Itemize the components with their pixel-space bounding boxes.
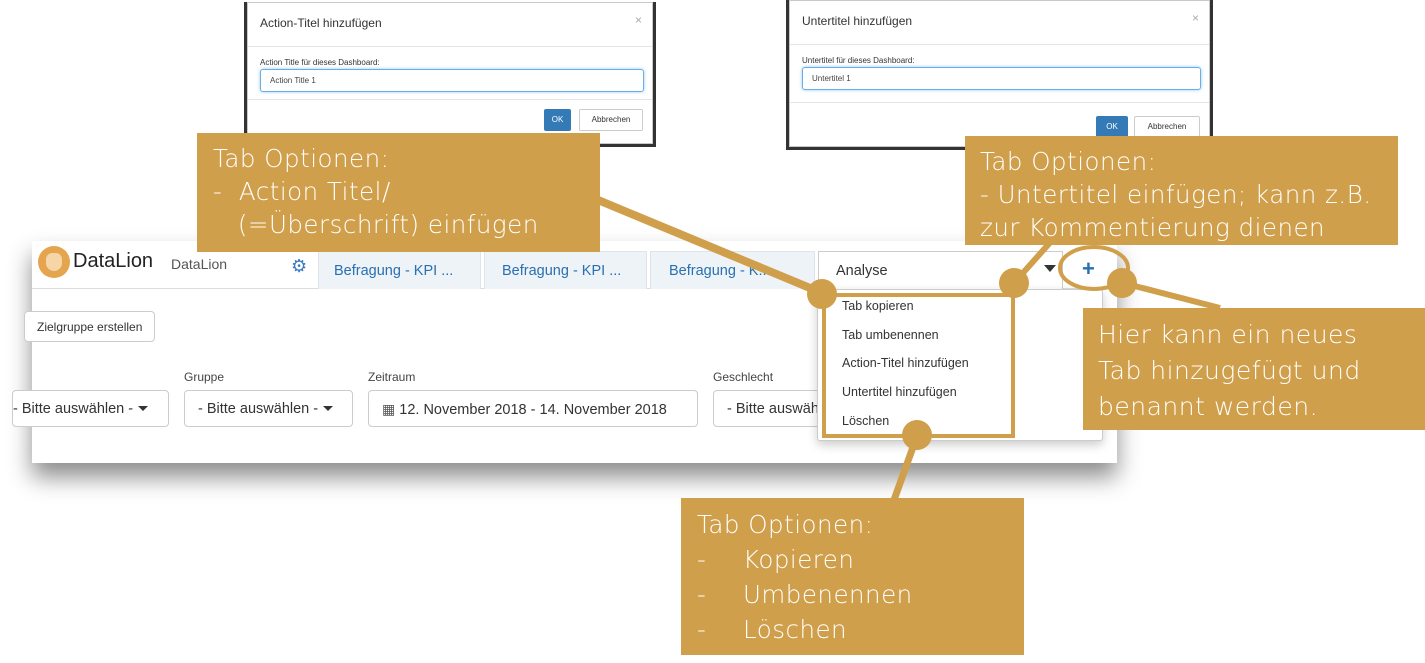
connector-line <box>596 196 824 297</box>
note-heading: Tab Optionen: <box>697 510 874 539</box>
note-line: (=Überschrift) einfügen <box>213 210 539 239</box>
menu-highlight-frame <box>822 293 1015 438</box>
note-line: benannt werden. <box>1098 392 1319 421</box>
note-subtitle: Tab Optionen: - Untertitel einfügen; kan… <box>965 136 1398 245</box>
note-line: - Untertitel einfügen; kann z.B. <box>980 180 1372 209</box>
note-item: - Umbenennen <box>697 580 913 609</box>
note-line: Hier kann ein neues <box>1098 320 1358 349</box>
note-tab-options: Tab Optionen: - Kopieren - Umbenennen - Lös… <box>681 498 1024 655</box>
note-line: Tab hinzugefügt und <box>1098 356 1361 385</box>
connector-line <box>1122 280 1221 311</box>
marker-dot <box>1107 268 1137 298</box>
note-action-title: Tab Optionen: - Action Titel/ (=Überschr… <box>197 133 600 252</box>
marker-dot <box>807 279 837 309</box>
note-new-tab: Hier kann ein neues Tab hinzugefügt und … <box>1083 308 1425 430</box>
note-item: - Löschen <box>697 615 848 644</box>
note-heading: Tab Optionen: <box>213 144 390 173</box>
marker-dot <box>999 268 1029 298</box>
note-heading: Tab Optionen: <box>980 147 1157 176</box>
note-item: - Kopieren <box>697 545 855 574</box>
marker-dot <box>902 420 932 450</box>
note-line: zur Kommentierung dienen <box>980 213 1326 242</box>
note-line: - Action Titel/ <box>213 177 391 206</box>
